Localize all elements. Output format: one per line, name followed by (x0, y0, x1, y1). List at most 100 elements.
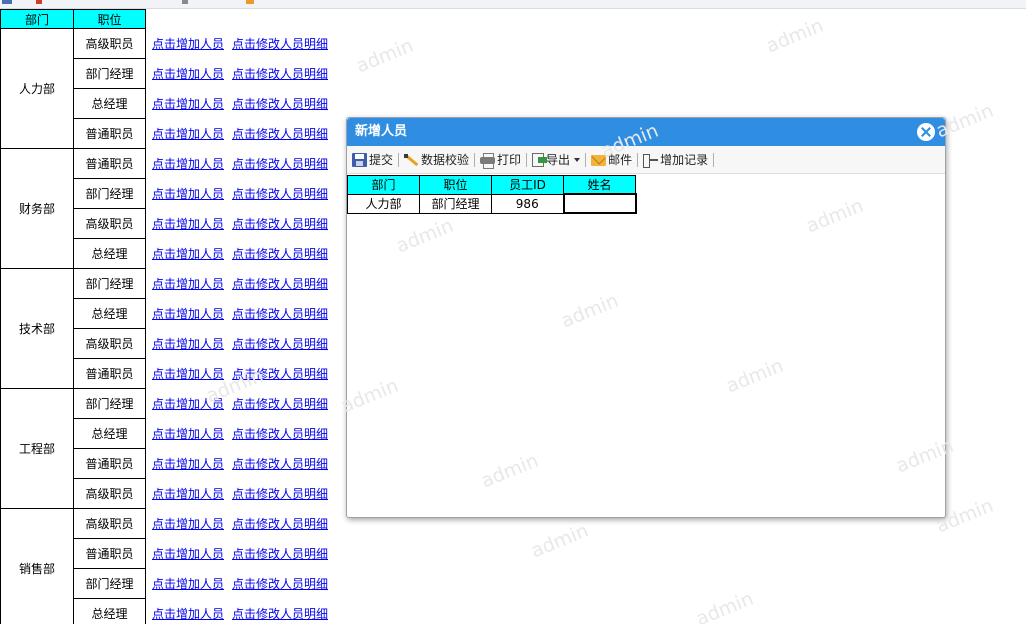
report-row: 技术部 部门经理 点击增加人员 点击修改人员明细 (0, 268, 346, 389)
position-cell: 部门经理 (73, 268, 146, 299)
toolbar-button-export[interactable]: 导出 (529, 150, 583, 170)
dialog-toolbar: 提交 数据校验 打印 导出 邮件 增加记录 (347, 146, 945, 174)
edit-person-link[interactable]: 点击修改人员明细 (232, 187, 328, 201)
add-person-link[interactable]: 点击增加人员 (152, 97, 224, 111)
add-record-icon (643, 153, 659, 168)
report-table: 部门 职位 人力部 高级职员 点击增加人员 点击修改人员明细 部门经理 点击增加人员 点击修… (0, 9, 346, 624)
link-cell: 点击增加人员 点击修改人员明细 (146, 599, 346, 624)
toolbar-separator (713, 152, 715, 167)
print-icon (480, 152, 496, 169)
add-person-link[interactable]: 点击增加人员 (152, 247, 224, 261)
toolbar-separator (637, 152, 639, 167)
position-cell: 高级职员 (73, 28, 146, 59)
add-person-link[interactable]: 点击增加人员 (152, 457, 224, 471)
add-person-link[interactable]: 点击增加人员 (152, 337, 224, 351)
form-cell-dept[interactable]: 人力部 (347, 193, 420, 214)
link-cell: 点击增加人员 点击修改人员明细 (146, 299, 346, 329)
toolbar-button-label: 打印 (497, 153, 522, 167)
add-person-link[interactable]: 点击增加人员 (152, 397, 224, 411)
toolbar-icon (246, 0, 254, 4)
position-cell: 部门经理 (73, 388, 146, 419)
form-header-employee-id: 员工ID (491, 175, 564, 195)
dept-cell: 销售部 (0, 508, 74, 624)
add-person-link[interactable]: 点击增加人员 (152, 157, 224, 171)
add-person-link[interactable]: 点击增加人员 (152, 487, 224, 501)
link-cell: 点击增加人员 点击修改人员明细 (146, 569, 346, 599)
edit-person-link[interactable]: 点击修改人员明细 (232, 157, 328, 171)
position-cell: 高级职员 (73, 208, 146, 239)
toolbar-separator (474, 152, 476, 167)
edit-person-link[interactable]: 点击修改人员明细 (232, 367, 328, 381)
add-person-link[interactable]: 点击增加人员 (152, 307, 224, 321)
dept-cell: 工程部 (0, 388, 74, 509)
form-cell-position[interactable]: 部门经理 (419, 193, 492, 214)
form-header-dept: 部门 (347, 175, 420, 195)
link-cell: 点击增加人员 点击修改人员明细 (146, 479, 346, 509)
link-cell: 点击增加人员 点击修改人员明细 (146, 89, 346, 119)
edit-person-link[interactable]: 点击修改人员明细 (232, 247, 328, 261)
toolbar-separator (585, 152, 587, 167)
position-cell: 普通职员 (73, 538, 146, 569)
chevron-down-icon (574, 157, 581, 162)
toolbar-button-check[interactable]: 数据校验 (401, 150, 472, 170)
add-person-link[interactable]: 点击增加人员 (152, 37, 224, 51)
toolbar-button-mail[interactable]: 邮件 (588, 150, 635, 170)
toolbar-button-label: 邮件 (608, 153, 633, 167)
link-cell: 点击增加人员 点击修改人员明细 (146, 449, 346, 479)
edit-person-link[interactable]: 点击修改人员明细 (232, 67, 328, 81)
add-person-link[interactable]: 点击增加人员 (152, 547, 224, 561)
position-cell: 总经理 (73, 88, 146, 119)
edit-person-link[interactable]: 点击修改人员明细 (232, 397, 328, 411)
add-person-link[interactable]: 点击增加人员 (152, 367, 224, 381)
dept-cell: 人力部 (0, 28, 74, 149)
position-cell: 部门经理 (73, 58, 146, 89)
position-cell: 部门经理 (73, 178, 146, 209)
add-person-link[interactable]: 点击增加人员 (152, 577, 224, 591)
add-person-link[interactable]: 点击增加人员 (152, 277, 224, 291)
header-position: 职位 (73, 9, 146, 29)
link-cell: 点击增加人员 点击修改人员明细 (146, 29, 346, 59)
form-row: 人力部 部门经理 986 (347, 193, 637, 214)
close-icon[interactable] (917, 123, 935, 141)
report-row: 工程部 部门经理 点击增加人员 点击修改人员明细 (0, 388, 346, 509)
form-cell-name-input[interactable] (562, 193, 637, 214)
edit-person-link[interactable]: 点击修改人员明细 (232, 217, 328, 231)
edit-person-link[interactable]: 点击修改人员明细 (232, 277, 328, 291)
edit-person-link[interactable]: 点击修改人员明细 (232, 607, 328, 621)
position-cell: 总经理 (73, 238, 146, 269)
add-person-link[interactable]: 点击增加人员 (152, 67, 224, 81)
position-cell: 部门经理 (73, 568, 146, 599)
position-cell: 高级职员 (73, 478, 146, 509)
edit-person-link[interactable]: 点击修改人员明细 (232, 427, 328, 441)
edit-person-link[interactable]: 点击修改人员明细 (232, 547, 328, 561)
add-person-link[interactable]: 点击增加人员 (152, 127, 224, 141)
edit-person-link[interactable]: 点击修改人员明细 (232, 127, 328, 141)
add-person-link[interactable]: 点击增加人员 (152, 217, 224, 231)
link-cell: 点击增加人员 点击修改人员明细 (146, 209, 346, 239)
add-person-link[interactable]: 点击增加人员 (152, 607, 224, 621)
toolbar-button-label: 数据校验 (421, 153, 470, 167)
dialog-title: 新增人员 (355, 124, 408, 139)
edit-person-link[interactable]: 点击修改人员明细 (232, 97, 328, 111)
form-table: 部门 职位 员工ID 姓名 人力部 部门经理 986 (347, 175, 637, 214)
form-cell-employee-id[interactable]: 986 (491, 193, 564, 214)
link-cell: 点击增加人员 点击修改人员明细 (146, 419, 346, 449)
add-person-link[interactable]: 点击增加人员 (152, 427, 224, 441)
edit-person-link[interactable]: 点击修改人员明细 (232, 517, 328, 531)
toolbar-button-add-record[interactable]: 增加记录 (640, 150, 711, 170)
link-cell: 点击增加人员 点击修改人员明细 (146, 539, 346, 569)
export-icon (532, 152, 548, 167)
toolbar-button-print[interactable]: 打印 (477, 150, 524, 170)
edit-person-link[interactable]: 点击修改人员明细 (232, 337, 328, 351)
add-person-link[interactable]: 点击增加人员 (152, 187, 224, 201)
edit-person-link[interactable]: 点击修改人员明细 (232, 457, 328, 471)
add-person-link[interactable]: 点击增加人员 (152, 517, 224, 531)
toolbar-button-save[interactable]: 提交 (349, 150, 396, 170)
position-cell: 普通职员 (73, 118, 146, 149)
edit-person-link[interactable]: 点击修改人员明细 (232, 37, 328, 51)
edit-person-link[interactable]: 点击修改人员明细 (232, 487, 328, 501)
watermark-text: admin (763, 14, 827, 58)
edit-person-link[interactable]: 点击修改人员明细 (232, 577, 328, 591)
edit-person-link[interactable]: 点击修改人员明细 (232, 307, 328, 321)
toolbar-button-label: 提交 (369, 153, 394, 167)
